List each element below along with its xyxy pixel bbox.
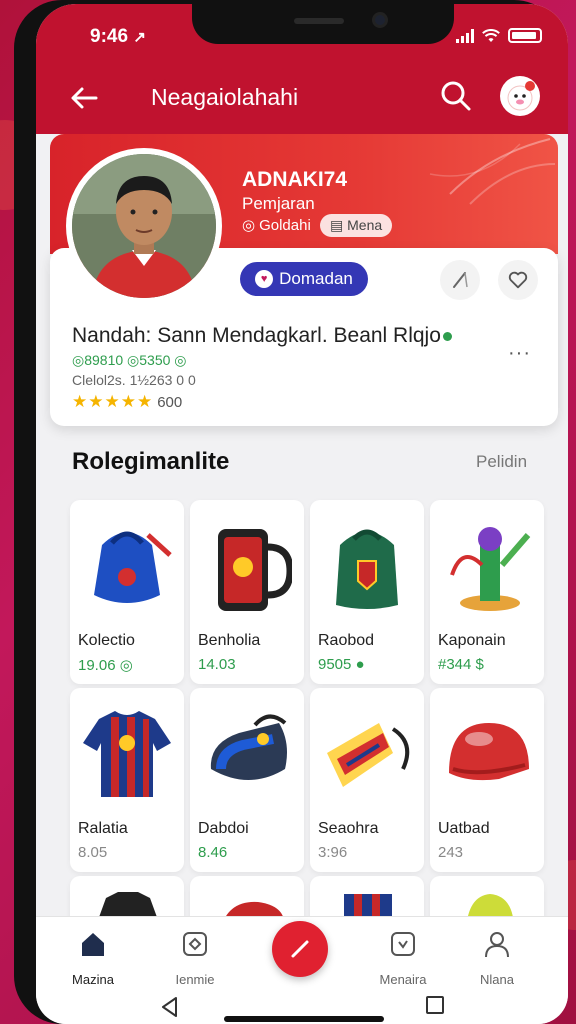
product-name: Ralatia bbox=[78, 820, 128, 837]
follow-button-label: Domadan bbox=[279, 269, 353, 288]
product-card[interactable]: Dabdoi 8.46 bbox=[190, 688, 304, 872]
page-title: Neagaiolahahi bbox=[151, 84, 299, 110]
nav-item-messages[interactable]: Menaira bbox=[368, 929, 438, 987]
person-portrait-icon bbox=[72, 154, 216, 298]
nav-item-home[interactable]: Mazina bbox=[58, 929, 128, 987]
product-price: 9505 ● bbox=[318, 656, 365, 673]
home-indicator[interactable] bbox=[224, 1016, 384, 1022]
product-price: 8.46 bbox=[198, 844, 228, 861]
heart-badge-icon: ♥ bbox=[255, 270, 274, 288]
backpack-green-icon bbox=[318, 510, 416, 620]
front-camera bbox=[372, 12, 388, 28]
message-icon bbox=[391, 932, 415, 956]
bag-icon bbox=[198, 698, 296, 808]
product-card[interactable]: Benholia 14.03 bbox=[190, 500, 304, 684]
product-name: Raobod bbox=[318, 632, 375, 649]
phone-frame: 9:46 ↗ Neagaiolahahi ADNAKI74 Pemjaran ◎… bbox=[14, 0, 568, 1024]
product-name: Seaohra bbox=[318, 820, 379, 837]
online-status-dot bbox=[442, 331, 452, 341]
product-price: 8.05 bbox=[78, 844, 108, 861]
create-post-button[interactable] bbox=[272, 921, 328, 977]
edit-icon bbox=[291, 940, 309, 958]
profile-icon bbox=[485, 932, 509, 958]
jersey-icon bbox=[78, 698, 176, 808]
search-icon[interactable] bbox=[438, 78, 474, 114]
profile-tag-badge[interactable]: ▤ Mena bbox=[320, 214, 393, 237]
product-name: Dabdoi bbox=[198, 820, 249, 837]
system-recents-icon[interactable] bbox=[426, 996, 444, 1014]
profile-tag-gold: ◎ Goldahi bbox=[242, 216, 311, 235]
shop-subinfo: Clelol2s. 1½263 0 0 bbox=[72, 372, 196, 388]
shop-stats: ◎89810 ◎5350 ◎ bbox=[72, 352, 187, 368]
profile-tag-badge-label: Mena bbox=[347, 217, 383, 233]
scarf-icon bbox=[318, 698, 416, 808]
product-card[interactable]: Uatbad 243 bbox=[430, 688, 544, 872]
status-time-text: 9:46 bbox=[90, 26, 129, 47]
follow-button[interactable]: ♥ Domadan bbox=[240, 262, 368, 296]
pencil-icon bbox=[453, 272, 468, 288]
nav-item-category[interactable]: Ienmie bbox=[160, 929, 230, 987]
backpack-blue-icon bbox=[78, 510, 176, 620]
product-price: 243 bbox=[438, 844, 464, 861]
star-rating-icon: ★★★★★ bbox=[72, 392, 154, 411]
profile-role: Pemjaran bbox=[242, 194, 315, 213]
product-card[interactable]: Kolectio 19.06 ◎ bbox=[70, 500, 184, 684]
nav-item-profile[interactable]: Nlana bbox=[462, 929, 532, 987]
rating-count: 600 bbox=[157, 393, 183, 411]
product-card[interactable]: Ralatia 8.05 bbox=[70, 688, 184, 872]
product-card[interactable]: Seaohra 3:96 bbox=[310, 688, 424, 872]
section-title: Rolegimanlite bbox=[72, 448, 230, 475]
verified-icon: ◎ bbox=[242, 217, 256, 234]
heart-icon bbox=[508, 271, 528, 289]
product-name: Benholia bbox=[198, 632, 261, 649]
status-time: 9:46 ↗ bbox=[90, 26, 146, 48]
product-card[interactable]: Raobod 9505 ● bbox=[310, 500, 424, 684]
more-dots-icon[interactable]: ··· bbox=[508, 342, 531, 365]
mug-icon bbox=[198, 510, 296, 620]
system-nav-bar bbox=[36, 982, 568, 1024]
signal-icon bbox=[456, 28, 474, 43]
home-icon bbox=[82, 933, 104, 956]
badge-icon: ▤ bbox=[330, 217, 344, 233]
wifi-icon bbox=[482, 28, 500, 42]
toy-icon bbox=[438, 510, 536, 620]
profile-tag-gold-label: Goldahi bbox=[259, 216, 311, 234]
category-icon bbox=[183, 932, 207, 956]
product-name: Uatbad bbox=[438, 820, 490, 837]
shop-description: Nandah: Sann Mendagkarl. Beanl Rlqjo bbox=[72, 324, 452, 348]
product-name: Kolectio bbox=[78, 632, 135, 649]
favorite-button[interactable] bbox=[498, 260, 538, 300]
see-all-link[interactable]: Pelidin bbox=[476, 452, 527, 472]
profile-photo[interactable] bbox=[66, 148, 222, 304]
product-price: 14.03 bbox=[198, 656, 236, 673]
battery-icon bbox=[508, 28, 542, 43]
product-name: Kaponain bbox=[438, 632, 506, 649]
shop-description-text: Nandah: Sann Mendagkarl. Beanl Rlqjo bbox=[72, 324, 441, 347]
product-card[interactable]: Kaponain #344 $ bbox=[430, 500, 544, 684]
app-screen: 9:46 ↗ Neagaiolahahi ADNAKI74 Pemjaran ◎… bbox=[36, 4, 568, 1024]
status-icons bbox=[456, 28, 542, 43]
speaker-grille bbox=[294, 18, 344, 24]
back-arrow-icon[interactable] bbox=[66, 80, 102, 116]
profile-name: ADNAKI74 bbox=[242, 168, 348, 191]
product-price: 19.06 ◎ bbox=[78, 657, 133, 674]
location-arrow-icon: ↗ bbox=[133, 29, 146, 46]
shop-rating: ★★★★★ 600 bbox=[72, 392, 182, 412]
edit-profile-button[interactable] bbox=[440, 260, 480, 300]
system-back-icon[interactable] bbox=[160, 996, 180, 1018]
user-avatar-button[interactable] bbox=[500, 76, 540, 116]
helmet-icon bbox=[438, 698, 536, 808]
product-price: 3:96 bbox=[318, 844, 348, 861]
product-price: #344 $ bbox=[438, 656, 484, 673]
phone-notch bbox=[192, 4, 454, 44]
mascot-avatar-icon bbox=[507, 81, 535, 111]
